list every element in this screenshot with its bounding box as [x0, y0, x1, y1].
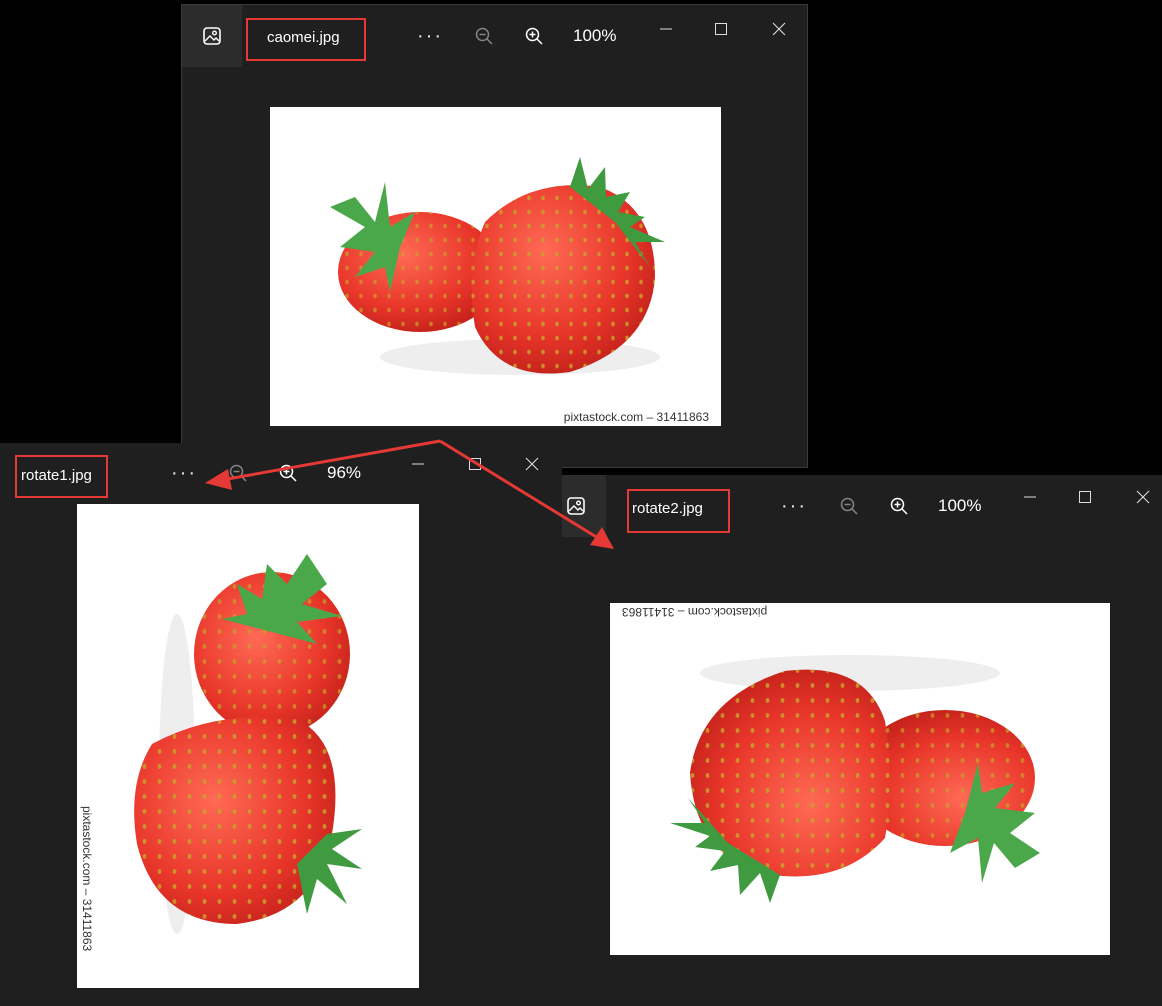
strawberry-image: [330, 157, 665, 375]
zoom-out-button[interactable]: [837, 494, 861, 518]
window-title: caomei.jpg: [267, 29, 340, 46]
photo-canvas: pixtastock.com – 31411863: [77, 504, 419, 988]
zoom-level: 100%: [573, 26, 617, 45]
close-button[interactable]: [1129, 485, 1157, 509]
zoom-out-button[interactable]: [226, 461, 250, 485]
window-title: rotate1.jpg: [21, 467, 92, 484]
photo-viewer-window-rotate1: rotate1.jpg ··· 96% pixtastock.com – 314…: [0, 443, 562, 1006]
minimize-button[interactable]: [1016, 485, 1044, 509]
photo-viewer-window-caomei: caomei.jpg ··· 100% pixtastock.com – 314…: [181, 4, 808, 468]
close-icon: [772, 22, 786, 36]
zoom-in-button[interactable]: [276, 461, 300, 485]
maximize-button[interactable]: [1071, 485, 1099, 509]
zoom-out-icon: [229, 464, 247, 482]
close-icon: [1136, 490, 1150, 504]
close-button[interactable]: [518, 452, 546, 476]
close-button[interactable]: [765, 17, 793, 41]
zoom-level: 100%: [938, 496, 982, 515]
zoom-in-icon: [525, 27, 543, 45]
minimize-icon: [1024, 496, 1036, 498]
maximize-icon: [715, 23, 727, 35]
minimize-button[interactable]: [404, 452, 432, 476]
window-title: rotate2.jpg: [632, 500, 703, 517]
maximize-button[interactable]: [707, 17, 735, 41]
maximize-icon: [469, 458, 481, 470]
photos-app-icon[interactable]: [182, 5, 242, 67]
strawberry-image-rotated-90: [134, 554, 362, 934]
minimize-button[interactable]: [652, 17, 680, 41]
more-button[interactable]: ···: [168, 462, 200, 484]
watermark-text: pixtastock.com – 31411863: [563, 410, 709, 424]
maximize-button[interactable]: [461, 452, 489, 476]
minimize-icon: [412, 463, 424, 465]
strawberry-image-rotated-180: [670, 655, 1040, 903]
photos-app-icon-glyph: [567, 497, 585, 515]
zoom-out-icon: [475, 27, 493, 45]
watermark-text: pixtastock.com – 31411863: [622, 605, 768, 619]
zoom-in-button[interactable]: [887, 494, 911, 518]
zoom-level: 96%: [327, 463, 362, 482]
photo-viewer-window-rotate2: rotate2.jpg ··· 100% pixtastock.com – 31…: [546, 475, 1162, 1006]
photo-canvas: pixtastock.com – 31411863: [610, 603, 1110, 955]
close-icon: [525, 457, 539, 471]
maximize-icon: [1079, 491, 1091, 503]
zoom-in-icon: [279, 464, 297, 482]
photo-canvas: pixtastock.com – 31411863: [270, 107, 721, 426]
more-button[interactable]: ···: [778, 495, 810, 517]
zoom-out-button[interactable]: [472, 24, 496, 48]
watermark-text: pixtastock.com – 31411863: [80, 806, 94, 952]
minimize-icon: [660, 28, 672, 30]
zoom-in-icon: [890, 497, 908, 515]
photos-app-icon-glyph: [203, 27, 221, 45]
zoom-in-button[interactable]: [522, 24, 546, 48]
more-button[interactable]: ···: [414, 25, 446, 47]
zoom-out-icon: [840, 497, 858, 515]
